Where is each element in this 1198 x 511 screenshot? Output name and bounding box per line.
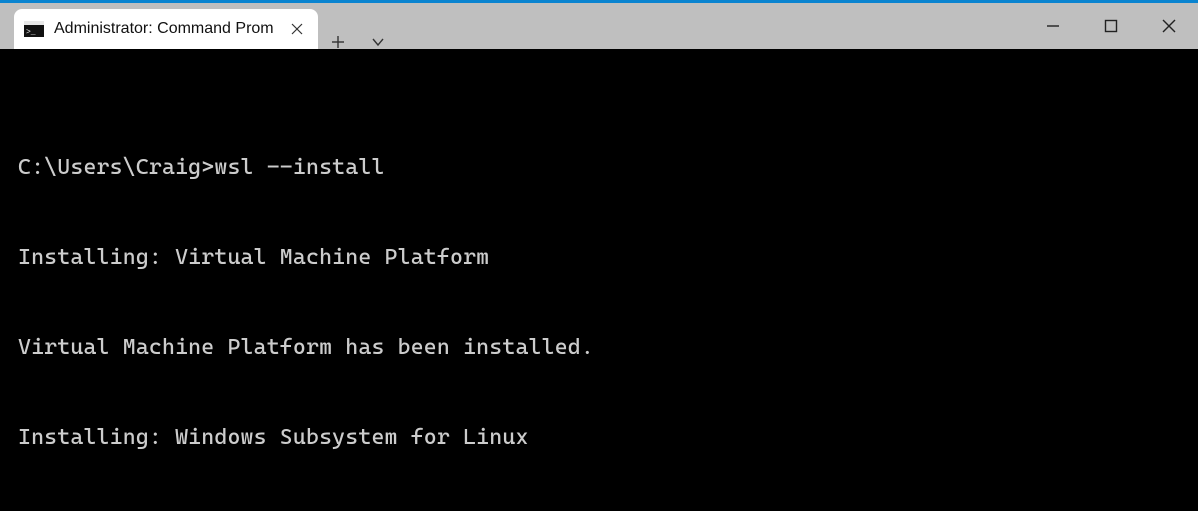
terminal-output[interactable]: C:\Users\Craig>wsl --install Installing:…	[0, 49, 1198, 511]
minimize-button[interactable]	[1024, 3, 1082, 49]
output-line: Installing: Windows Subsystem for Linux	[18, 423, 1198, 453]
new-tab-button[interactable]	[318, 35, 358, 49]
command-text: wsl --install	[214, 155, 384, 180]
prompt: C:\Users\Craig>	[18, 155, 214, 180]
output-line: Installing: Virtual Machine Platform	[18, 243, 1198, 273]
window-controls	[1024, 3, 1198, 49]
close-button[interactable]	[1140, 3, 1198, 49]
maximize-button[interactable]	[1082, 3, 1140, 49]
tab-close-button[interactable]	[284, 16, 310, 42]
tabs-area: >_ Administrator: Command Prom	[0, 3, 1024, 49]
prompt-line: C:\Users\Craig>wsl --install	[18, 153, 1198, 183]
terminal-window: >_ Administrator: Command Prom	[0, 0, 1198, 511]
tab-dropdown-button[interactable]	[358, 35, 398, 49]
tab-title: Administrator: Command Prom	[54, 20, 274, 38]
svg-text:>_: >_	[26, 28, 36, 37]
tab-command-prompt[interactable]: >_ Administrator: Command Prom	[14, 9, 318, 49]
titlebar[interactable]: >_ Administrator: Command Prom	[0, 3, 1198, 49]
output-line: Virtual Machine Platform has been instal…	[18, 333, 1198, 363]
command-prompt-icon: >_	[24, 20, 44, 38]
